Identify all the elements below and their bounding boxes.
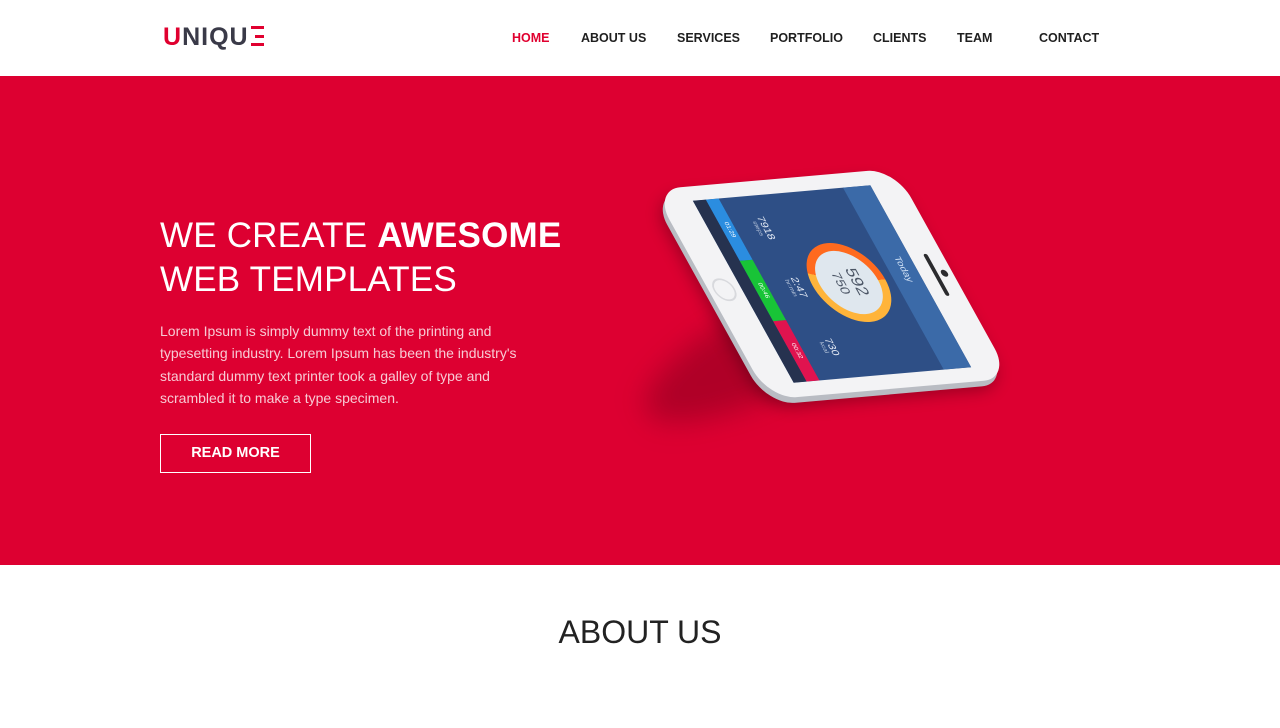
nav-clients[interactable]: CLIENTS (873, 29, 926, 47)
phone-home-button (707, 277, 742, 303)
about-us-heading: ABOUT US (558, 614, 722, 650)
phone-illustration: Today 592 750 7918 steps 2:47 hr:min 730 kc… (600, 128, 1060, 452)
hero-title-bold: AWESOME (377, 216, 562, 255)
read-more-button[interactable]: READ MORE (160, 434, 311, 473)
hero-section: WE CREATE AWESOME WEB TEMPLATES Lorem Ips… (0, 76, 1280, 565)
nav-team[interactable]: TEAM (957, 29, 992, 47)
site-header: UNIQU HOME ABOUT US SERVICES PORTFOLIO C… (0, 0, 1280, 76)
hero-title-line2: WEB TEMPLATES (160, 260, 457, 299)
phone-camera (939, 269, 950, 278)
nav-home[interactable]: HOME (512, 29, 550, 47)
hero-description: Lorem Ipsum is simply dummy text of the … (160, 323, 517, 406)
hero-title-part1: WE CREATE (160, 216, 378, 255)
screen-header-title: Today (891, 255, 916, 283)
main-nav: HOME ABOUT US SERVICES PORTFOLIO CLIENTS… (0, 29, 1280, 47)
nav-services[interactable]: SERVICES (677, 29, 740, 47)
nav-about-us[interactable]: ABOUT US (581, 29, 646, 47)
nav-contact[interactable]: CONTACT (1039, 29, 1099, 47)
nav-portfolio[interactable]: PORTFOLIO (770, 29, 843, 47)
hero-title: WE CREATE AWESOME WEB TEMPLATES (160, 214, 561, 302)
